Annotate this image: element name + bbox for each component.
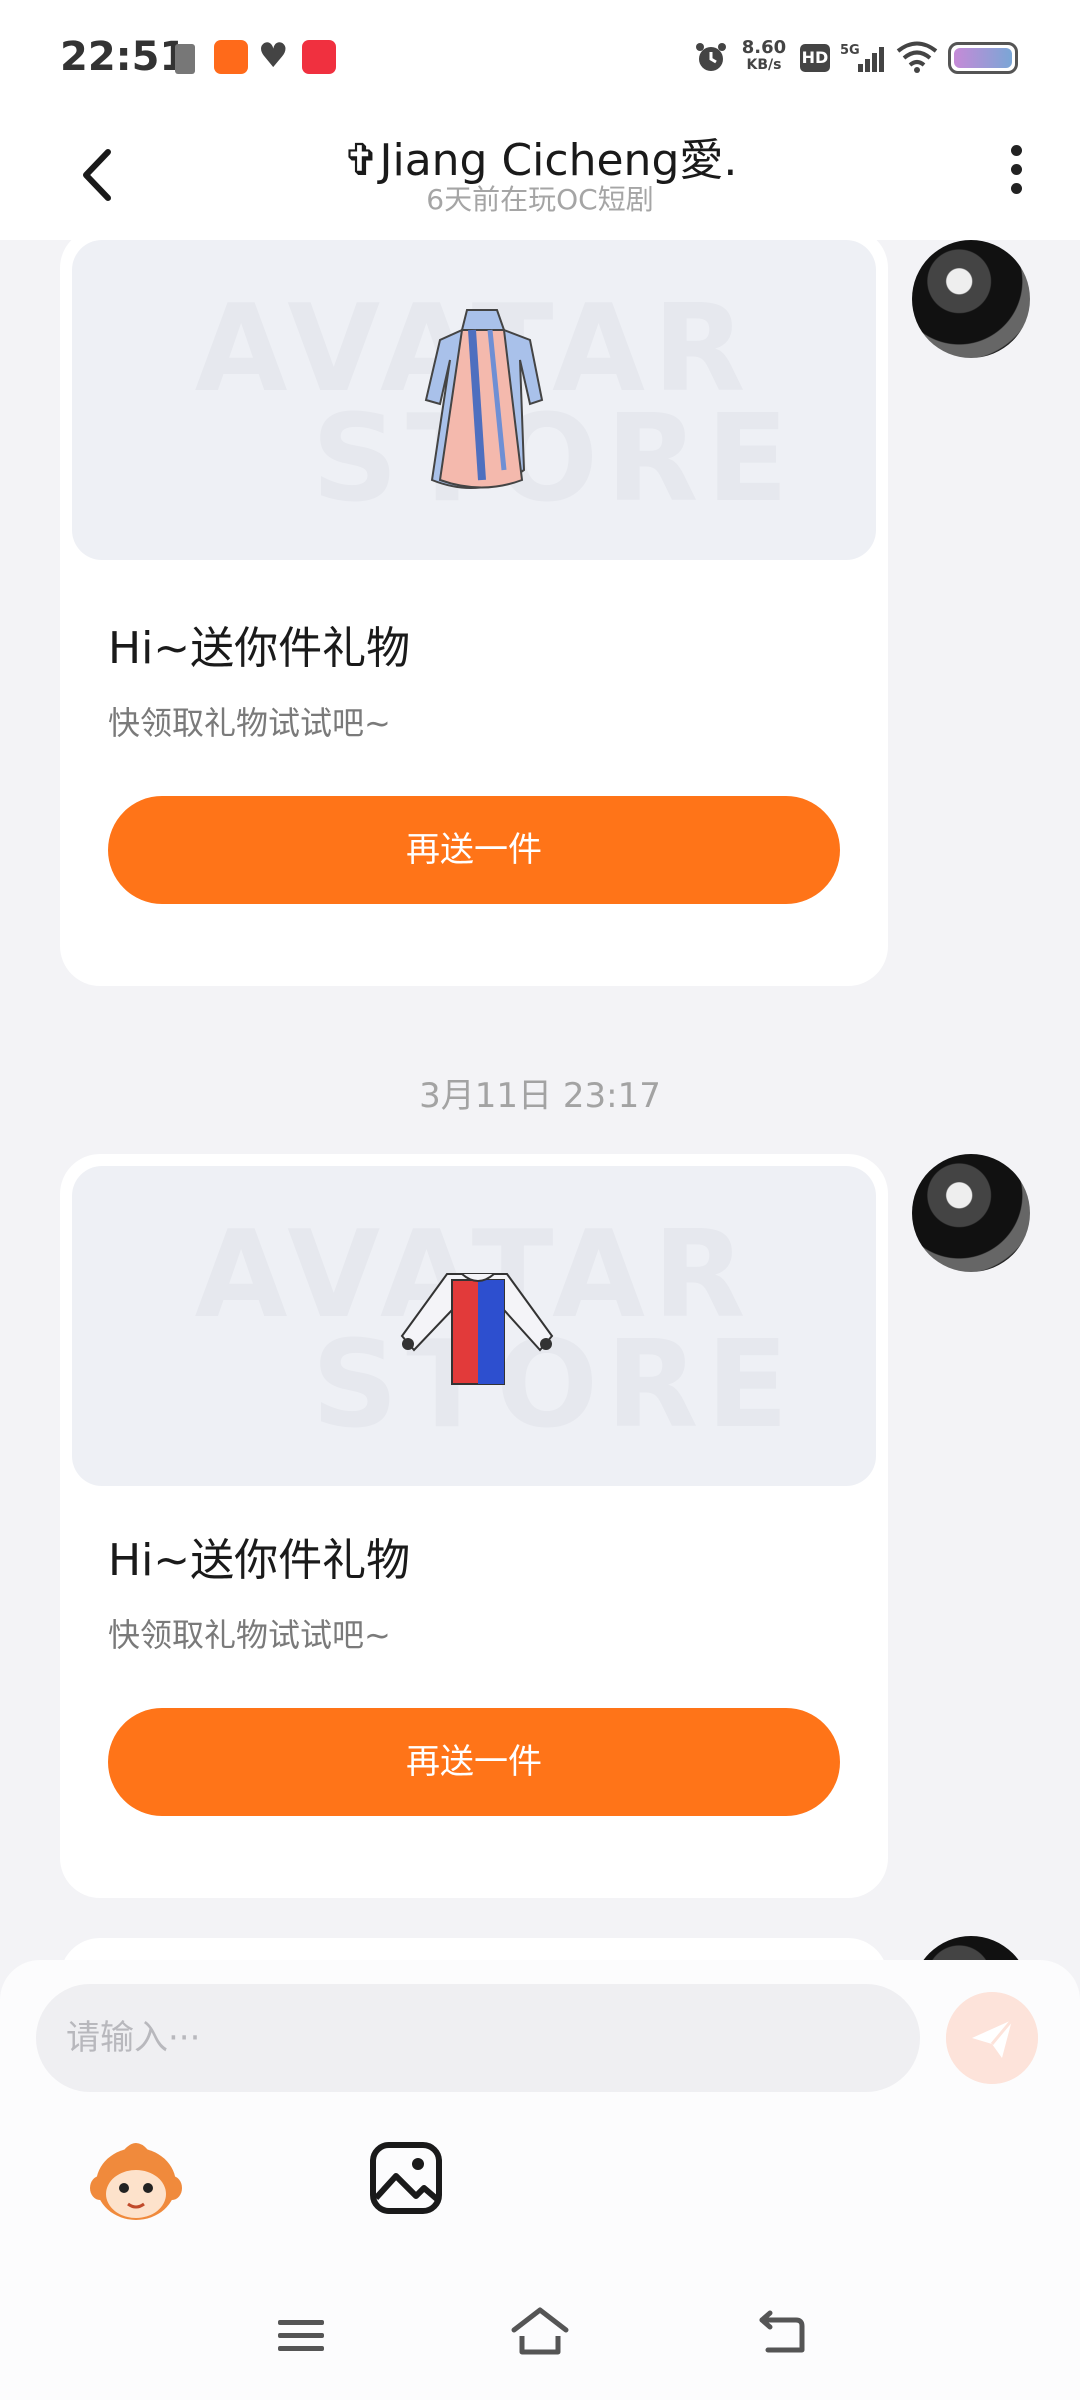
net-speed: 8.60 KB/s (736, 37, 792, 73)
gift-subtitle: 快领取礼物试试吧~ (108, 1616, 391, 1654)
avatar[interactable] (912, 240, 1030, 358)
dress-icon (424, 309, 544, 489)
monkey-emoji-icon[interactable] (88, 2136, 184, 2226)
message-timestamp: 3月11日 23:17 (419, 1076, 661, 1116)
menu-icon[interactable] (276, 2316, 326, 2356)
gift-image[interactable]: AVATAR STORE (72, 240, 876, 560)
app-notification-icon (302, 40, 336, 74)
shirt-icon (400, 1273, 554, 1385)
gift-card[interactable]: AVATAR STORE Hi~送你件礼物 快领取礼物试试吧~ 再送一件 (60, 1154, 888, 1898)
battery-icon (948, 42, 1018, 74)
svg-text:5G: 5G (840, 43, 860, 58)
heart-icon: ♥ (258, 36, 289, 76)
battery-small-icon (175, 44, 195, 74)
more-dots-icon (1010, 145, 1022, 156)
contact-status: 6天前在玩OC短剧 (426, 183, 654, 216)
send-again-button[interactable]: 再送一件 (108, 1708, 840, 1816)
send-button[interactable] (946, 1992, 1038, 2084)
signal-icon: 5G (840, 43, 884, 72)
back-nav-icon[interactable] (756, 2310, 806, 2356)
gift-title: Hi~送你件礼物 (108, 1535, 411, 1586)
message-input[interactable] (36, 1984, 920, 2092)
net-speed-unit: KB/s (746, 57, 782, 73)
net-speed-value: 8.60 (741, 37, 787, 58)
home-icon[interactable] (510, 2306, 570, 2356)
avatar[interactable] (912, 1154, 1030, 1272)
avatar[interactable] (912, 1936, 1030, 1960)
alarm-icon (696, 43, 726, 71)
hd-icon: HD (800, 44, 830, 72)
gift-title: Hi~送你件礼物 (108, 623, 411, 674)
gift-card[interactable] (60, 1938, 888, 1960)
gift-image[interactable]: AVATAR STORE (72, 1166, 876, 1486)
chat-messages[interactable]: AVATAR STORE Hi~送你件礼物 快领取礼物试试吧~ 再送一件 3月1… (0, 240, 1080, 1960)
image-picker-icon[interactable] (368, 2140, 444, 2216)
more-options-button[interactable] (996, 138, 1036, 208)
app-notification-icon (214, 40, 248, 74)
gift-card[interactable]: AVATAR STORE Hi~送你件礼物 快领取礼物试试吧~ 再送一件 (60, 240, 888, 986)
watermark-text: STORE (311, 390, 797, 529)
status-bar: 22:51 ♥ 8.60 KB/s HD 5G (0, 0, 1080, 110)
send-again-button[interactable]: 再送一件 (108, 796, 840, 904)
chat-header: ✞Jiang Cicheng愛. 6天前在玩OC短剧 (0, 110, 1080, 240)
status-time: 22:51 (60, 34, 188, 80)
wifi-icon (896, 41, 938, 73)
gift-subtitle: 快领取礼物试试吧~ (108, 704, 391, 742)
